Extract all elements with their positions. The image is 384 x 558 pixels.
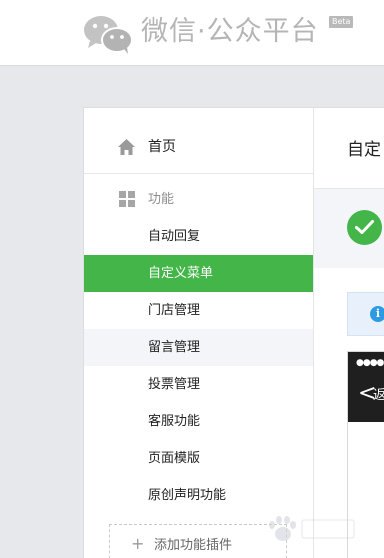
back-label: 返 xyxy=(373,388,384,404)
sidebar-item-label: 自定义菜单 xyxy=(148,266,214,281)
wechat-logo-icon[interactable] xyxy=(82,14,134,54)
sidebar: 首页 功能 自动回复 自定义菜单 门店管理 留言管理 投票管理 客服功能 页面模… xyxy=(83,107,314,558)
plus-icon: + xyxy=(131,534,145,553)
section-header-features: 功能 xyxy=(84,188,313,212)
sidebar-item-page-template[interactable]: 页面模版 xyxy=(84,440,313,477)
sidebar-item-customer-service[interactable]: 客服功能 xyxy=(84,403,313,440)
sidebar-item-label: 留言管理 xyxy=(148,340,201,355)
main-panel: 自定 i ●●●● < 返 xyxy=(314,107,384,558)
baidu-watermark xyxy=(269,516,355,541)
sidebar-item-label: 自动回复 xyxy=(148,229,201,244)
sidebar-item-original-declaration[interactable]: 原创声明功能 xyxy=(84,477,313,514)
success-banner xyxy=(314,189,384,268)
sidebar-item-label: 投票管理 xyxy=(148,377,201,392)
sidebar-item-label: 门店管理 xyxy=(148,303,201,318)
sidebar-item-comment-management[interactable]: 留言管理 xyxy=(84,329,313,366)
add-plugin-button[interactable]: + 添加功能插件 xyxy=(109,524,287,558)
top-header: 微信·公众平台 Beta xyxy=(0,0,384,66)
sidebar-item-custom-menu[interactable]: 自定义菜单 xyxy=(84,255,313,292)
sidebar-item-label: 客服功能 xyxy=(148,414,201,429)
sidebar-item-auto-reply[interactable]: 自动回复 xyxy=(84,218,313,255)
sidebar-divider xyxy=(84,173,313,174)
grid-icon xyxy=(119,191,135,207)
add-plugin-label: 添加功能插件 xyxy=(154,538,233,553)
sidebar-item-vote-management[interactable]: 投票管理 xyxy=(84,366,313,403)
check-icon xyxy=(347,210,382,245)
phone-header: ●●●● < 返 xyxy=(348,352,384,422)
home-label: 首页 xyxy=(148,139,176,155)
sidebar-item-label: 页面模版 xyxy=(148,451,201,466)
home-icon xyxy=(118,139,135,155)
info-icon: i xyxy=(370,306,384,322)
section-label: 功能 xyxy=(148,192,175,207)
page-title: 自定 xyxy=(347,140,381,160)
platform-title: 微信·公众平台 xyxy=(141,16,319,47)
info-notice: i xyxy=(347,292,384,336)
beta-badge: Beta xyxy=(329,16,354,28)
sidebar-item-home[interactable]: 首页 xyxy=(84,128,313,166)
signal-dots: ●●●● xyxy=(356,358,384,368)
feature-menu-list: 自动回复 自定义菜单 门店管理 留言管理 投票管理 客服功能 页面模版 原创声明… xyxy=(84,218,313,514)
sidebar-item-label: 原创声明功能 xyxy=(148,488,227,503)
sidebar-item-store-management[interactable]: 门店管理 xyxy=(84,292,313,329)
